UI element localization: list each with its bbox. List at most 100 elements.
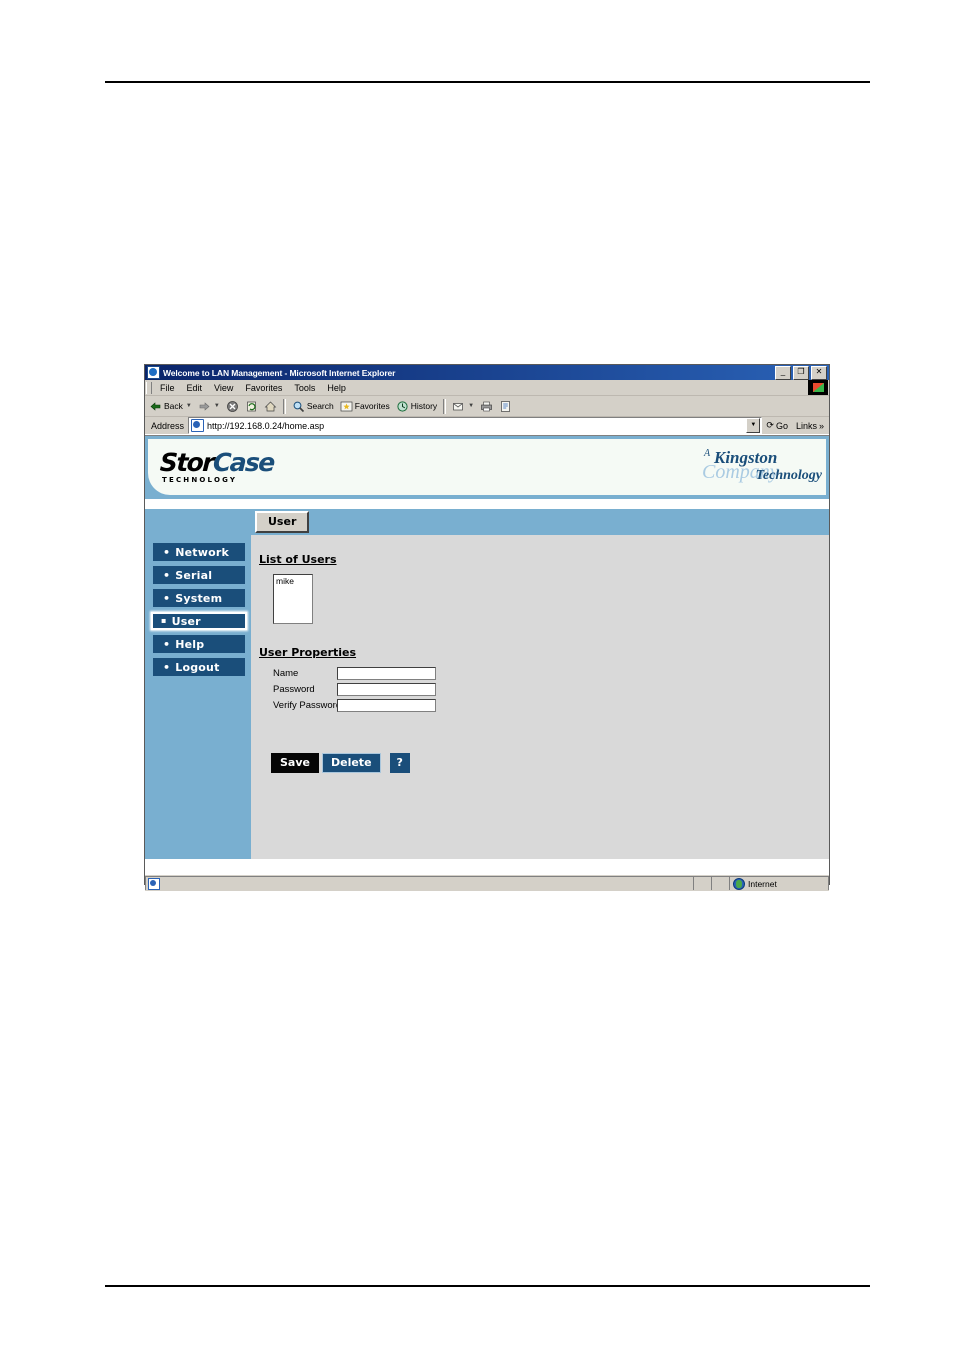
browser-titlebar: Welcome to LAN Management - Microsoft In…: [145, 365, 829, 380]
menu-item-edit[interactable]: Edit: [181, 382, 209, 394]
toolbar-history-button[interactable]: History: [393, 399, 440, 414]
toolbar-favorites-button[interactable]: Favorites: [337, 399, 393, 414]
form-row-name: Name: [259, 667, 829, 680]
toolbar-search-button[interactable]: Search: [289, 399, 337, 414]
toolbar-separator: [443, 398, 447, 414]
menu-item-view[interactable]: View: [208, 382, 239, 394]
internet-globe-icon: [733, 877, 745, 890]
forward-arrow-icon: [198, 400, 211, 413]
back-arrow-icon: [149, 400, 162, 413]
storcase-word-case: Case: [212, 448, 275, 477]
refresh-icon: [245, 400, 258, 413]
ie-logo-icon: [147, 366, 160, 379]
ie-animated-logo-icon: [808, 380, 828, 395]
chevron-double-right-icon: »: [818, 420, 824, 431]
sidebar-item-help[interactable]: • Help: [153, 635, 245, 653]
storcase-logo: StorCase TECHNOLOGY: [159, 448, 275, 484]
list-item[interactable]: mike: [276, 576, 310, 586]
status-cell-1: [693, 876, 711, 890]
user-list-box[interactable]: mike: [273, 574, 313, 624]
form-row-password: Password: [259, 683, 829, 696]
links-button[interactable]: Links »: [792, 421, 828, 431]
toolbar-print-button[interactable]: [477, 399, 496, 414]
home-icon: [264, 400, 277, 413]
sidebar-item-serial[interactable]: • Serial: [153, 566, 245, 584]
toolbar-stop-button[interactable]: [223, 399, 242, 414]
page-globe-icon: [191, 419, 205, 432]
content-pane: List of Users mike User Properties Name …: [251, 535, 829, 859]
name-field[interactable]: [337, 667, 436, 680]
print-icon: [480, 400, 493, 413]
page-bottom-rule: [105, 1285, 870, 1287]
sidebar-item-label: User: [171, 614, 201, 628]
security-zone-cell[interactable]: Internet: [729, 876, 829, 890]
name-label: Name: [273, 668, 299, 679]
close-button[interactable]: ✕: [811, 365, 827, 380]
storcase-wordmark: StorCase: [159, 448, 275, 477]
sidebar-item-network[interactable]: • Network: [153, 543, 245, 561]
list-of-users-heading: List of Users: [259, 553, 337, 566]
restore-button[interactable]: ❐: [793, 365, 809, 380]
kingston-logo-technology: Technology: [755, 468, 822, 483]
chevron-down-icon[interactable]: ▼: [214, 403, 220, 409]
menu-item-tools[interactable]: Tools: [288, 382, 321, 394]
sidebar-item-logout[interactable]: • Logout: [153, 658, 245, 676]
toolbar-mail-button[interactable]: ▼: [449, 399, 477, 414]
storcase-tagline: TECHNOLOGY: [162, 476, 238, 484]
kingston-logo: A Kingston Company Technology: [702, 444, 822, 490]
status-message-cell: [145, 876, 693, 890]
form-row-verify-password: Verify Password: [259, 699, 829, 712]
menu-item-help[interactable]: Help: [321, 382, 352, 394]
toolbar-refresh-button[interactable]: [242, 399, 261, 414]
toolbar-separator: [282, 398, 286, 414]
stop-icon: [226, 400, 239, 413]
links-label: Links: [795, 420, 817, 431]
sidebar-item-system[interactable]: • System: [153, 589, 245, 607]
chevron-down-icon[interactable]: ▼: [186, 403, 192, 409]
toolbar-history-label: History: [410, 401, 438, 411]
toolbar-search-label: Search: [306, 401, 334, 411]
verify-password-label: Verify Password: [273, 700, 342, 711]
password-field[interactable]: [337, 683, 436, 696]
address-value[interactable]: http://192.168.0.24/home.asp: [207, 421, 746, 431]
sidebar-item-label: System: [175, 591, 223, 605]
sidebar-item-user[interactable]: ▪ User: [151, 612, 247, 630]
address-input[interactable]: http://192.168.0.24/home.asp ▼: [188, 417, 763, 434]
toolbar-back-button[interactable]: Back ▼: [146, 399, 195, 414]
sidebar-nav: • Network • Serial • System ▪ User • Hel…: [145, 509, 251, 859]
page-viewport: StorCase TECHNOLOGY A Kingston Company T…: [145, 435, 829, 874]
save-button[interactable]: Save: [271, 753, 319, 773]
go-button[interactable]: ⟳ Go: [762, 420, 792, 431]
browser-window: Welcome to LAN Management - Microsoft In…: [144, 364, 830, 891]
menu-item-file[interactable]: File: [154, 382, 181, 394]
tab-strip: User: [251, 509, 829, 535]
bullet-icon: •: [163, 660, 171, 674]
address-label: Address: [151, 420, 185, 431]
page-globe-icon: [148, 877, 160, 890]
tab-user[interactable]: User: [255, 511, 310, 533]
toolbar-home-button[interactable]: [261, 399, 280, 414]
help-button[interactable]: ?: [389, 753, 410, 773]
action-button-row: Save Delete ?: [259, 753, 829, 773]
delete-button[interactable]: Delete: [321, 753, 381, 773]
favorites-star-icon: [340, 400, 353, 413]
chevron-down-icon[interactable]: ▼: [468, 403, 474, 409]
window-controls: _ ❐ ✕: [775, 365, 827, 380]
search-icon: [292, 400, 305, 413]
verify-password-field[interactable]: [337, 699, 436, 712]
toolbar-favorites-label: Favorites: [354, 401, 390, 411]
sidebar-item-label: Help: [175, 637, 205, 651]
minimize-button[interactable]: _: [775, 365, 791, 380]
toolbar-forward-button[interactable]: ▼: [195, 399, 223, 414]
bullet-icon: ▪: [161, 616, 167, 625]
browser-toolbar: Back ▼ ▼ Search Favorites History ▼: [145, 396, 829, 417]
address-bar: Address http://192.168.0.24/home.asp ▼ ⟳…: [145, 417, 829, 435]
toolbar-edit-button[interactable]: [496, 399, 515, 414]
user-properties-heading: User Properties: [259, 646, 357, 659]
menubar-grip[interactable]: [146, 381, 152, 394]
menu-item-favorites[interactable]: Favorites: [239, 382, 288, 394]
address-dropdown-button[interactable]: ▼: [746, 418, 761, 433]
kingston-logo-a: A: [704, 448, 711, 459]
main-content: User List of Users mike User Properties …: [251, 509, 829, 859]
history-clock-icon: [396, 400, 409, 413]
